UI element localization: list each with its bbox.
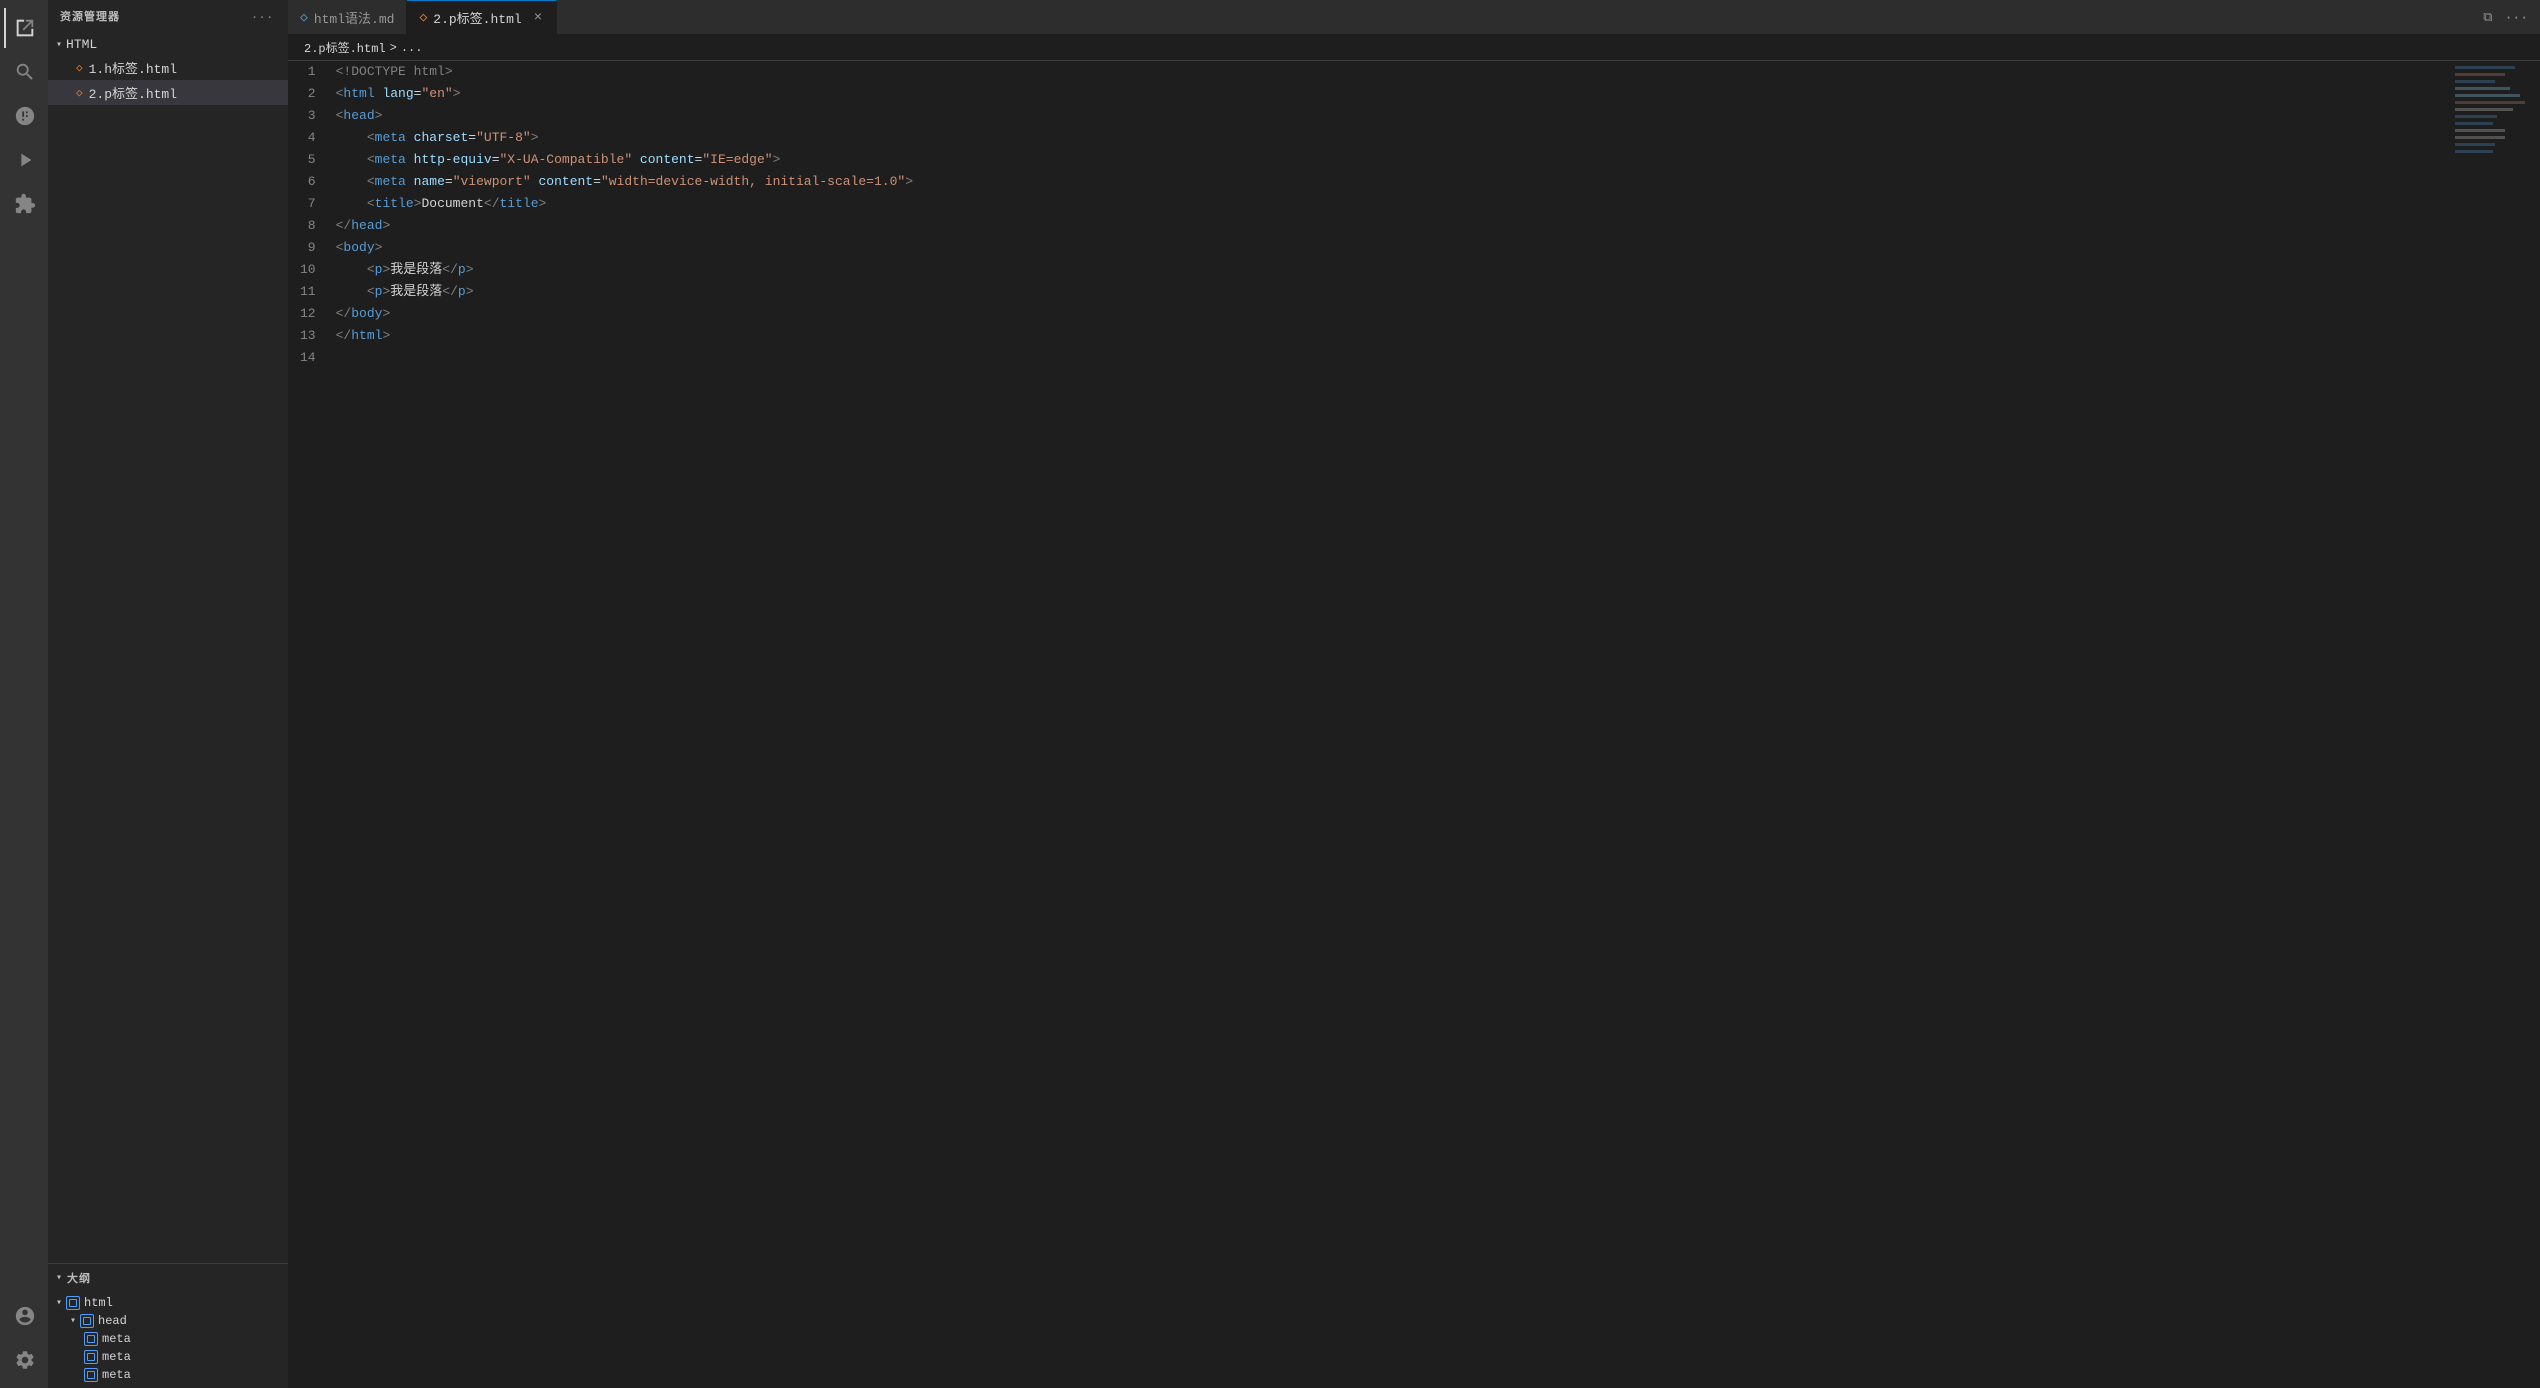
code-area[interactable]: <!DOCTYPE html> <html lang="en"> <head> … — [328, 61, 2450, 1388]
outline-title: 大纲 — [67, 1270, 91, 1286]
breadcrumb-sep: > — [390, 41, 397, 55]
file-1-h-tag[interactable]: ◇ 1.h标签.html — [48, 55, 288, 80]
sidebar-section: ▾ HTML ◇ 1.h标签.html ◇ 2.p标签.html — [48, 32, 288, 1263]
outline-head-label: head — [98, 1314, 127, 1328]
outline-meta3-icon — [84, 1368, 98, 1382]
outline-head-icon — [80, 1314, 94, 1328]
split-editor-button[interactable]: ⧉ — [2479, 8, 2496, 27]
tabs-bar: ◇ html语法.md ◇ 2.p标签.html × ⧉ ··· — [288, 0, 2540, 35]
tab-html-syntax-icon: ◇ — [300, 10, 308, 25]
code-line-9: <body> — [336, 237, 2450, 259]
activity-item-explorer[interactable] — [4, 8, 44, 48]
outline-head-chevron: ▾ — [70, 1315, 76, 1327]
outline-item-html[interactable]: ▾ html — [48, 1294, 288, 1312]
outline-html-chevron: ▾ — [56, 1297, 62, 1309]
tab-p-tag-icon: ◇ — [419, 10, 427, 25]
outline-header[interactable]: ▾ 大纲 — [48, 1264, 288, 1292]
code-line-14 — [336, 347, 2450, 369]
html-file-icon: ◇ — [76, 61, 83, 75]
outline-chevron-icon: ▾ — [56, 1272, 63, 1284]
sidebar: 资源管理器 ... ▾ HTML ◇ 1.h标签.html ◇ 2.p标签.ht… — [48, 0, 288, 1388]
code-line-11: <p>我是段落</p> — [336, 281, 2450, 303]
tab-html-syntax-label: html语法.md — [314, 8, 395, 27]
minimap — [2450, 61, 2530, 1388]
outline-item-meta-3[interactable]: meta — [48, 1366, 288, 1384]
folder-header-html[interactable]: ▾ HTML — [48, 34, 288, 55]
sidebar-header-actions: ... — [249, 8, 276, 24]
tab-close-button[interactable]: × — [532, 10, 544, 26]
outline-item-meta-1[interactable]: meta — [48, 1330, 288, 1348]
activity-bar-bottom — [4, 1296, 44, 1388]
outline-meta2-label: meta — [102, 1350, 131, 1364]
code-line-6: <meta name="viewport" content="width=dev… — [336, 171, 2450, 193]
line-numbers: 1 2 3 4 5 6 7 8 9 10 11 12 13 14 — [288, 61, 328, 1388]
tab-p-tag-label: 2.p标签.html — [433, 8, 521, 27]
code-line-2: <html lang="en"> — [336, 83, 2450, 105]
outline-meta1-label: meta — [102, 1332, 131, 1346]
main-editor-area: ◇ html语法.md ◇ 2.p标签.html × ⧉ ··· 2.p标签.h… — [288, 0, 2540, 1388]
file-2-label: 2.p标签.html — [89, 83, 177, 102]
outline-item-head[interactable]: ▾ head — [48, 1312, 288, 1330]
activity-item-search[interactable] — [4, 52, 44, 92]
tabs-right-actions: ⧉ ··· — [2471, 0, 2540, 34]
file-1-label: 1.h标签.html — [89, 58, 177, 77]
activity-item-source-control[interactable] — [4, 96, 44, 136]
outline-meta3-label: meta — [102, 1368, 131, 1382]
sidebar-more-button[interactable]: ... — [249, 8, 276, 24]
tab-html-syntax[interactable]: ◇ html语法.md — [288, 0, 407, 34]
breadcrumb: 2.p标签.html > ... — [288, 35, 2540, 61]
outline-html-icon — [66, 1296, 80, 1310]
outline-item-meta-2[interactable]: meta — [48, 1348, 288, 1366]
sidebar-header: 资源管理器 ... — [48, 0, 288, 32]
code-line-13: </html> — [336, 325, 2450, 347]
activity-item-run[interactable] — [4, 140, 44, 180]
code-line-8: </head> — [336, 215, 2450, 237]
explorer-folder-html: ▾ HTML ◇ 1.h标签.html ◇ 2.p标签.html — [48, 32, 288, 107]
activity-item-account[interactable] — [4, 1296, 44, 1336]
outline-html-label: html — [84, 1296, 113, 1310]
code-line-3: <head> — [336, 105, 2450, 127]
tab-p-tag[interactable]: ◇ 2.p标签.html × — [407, 0, 557, 34]
outline-meta1-icon — [84, 1332, 98, 1346]
code-line-1: <!DOCTYPE html> — [336, 61, 2450, 83]
activity-bar — [0, 0, 48, 1388]
code-line-7: <title>Document</title> — [336, 193, 2450, 215]
outline-tree: ▾ html ▾ head meta meta — [48, 1292, 288, 1388]
breadcrumb-folder[interactable]: 2.p标签.html — [304, 39, 386, 56]
folder-name: HTML — [66, 37, 97, 52]
minimap-svg — [2450, 61, 2530, 361]
breadcrumb-path[interactable]: ... — [401, 41, 423, 55]
code-line-12: </body> — [336, 303, 2450, 325]
code-line-4: <meta charset="UTF-8"> — [336, 127, 2450, 149]
scrollbar-track[interactable] — [2530, 61, 2540, 1388]
file-2-p-tag[interactable]: ◇ 2.p标签.html — [48, 80, 288, 105]
more-actions-button[interactable]: ··· — [2501, 8, 2532, 27]
html-file-icon-2: ◇ — [76, 86, 83, 100]
code-line-5: <meta http-equiv="X-UA-Compatible" conte… — [336, 149, 2450, 171]
activity-item-settings[interactable] — [4, 1340, 44, 1380]
sidebar-title: 资源管理器 — [60, 8, 120, 24]
code-line-10: <p>我是段落</p> — [336, 259, 2450, 281]
folder-chevron-icon: ▾ — [56, 39, 62, 51]
editor[interactable]: 1 2 3 4 5 6 7 8 9 10 11 12 13 14 <!DOCTY… — [288, 61, 2540, 1388]
activity-item-extensions[interactable] — [4, 184, 44, 224]
outline-section: ▾ 大纲 ▾ html ▾ head meta — [48, 1263, 288, 1388]
outline-meta2-icon — [84, 1350, 98, 1364]
